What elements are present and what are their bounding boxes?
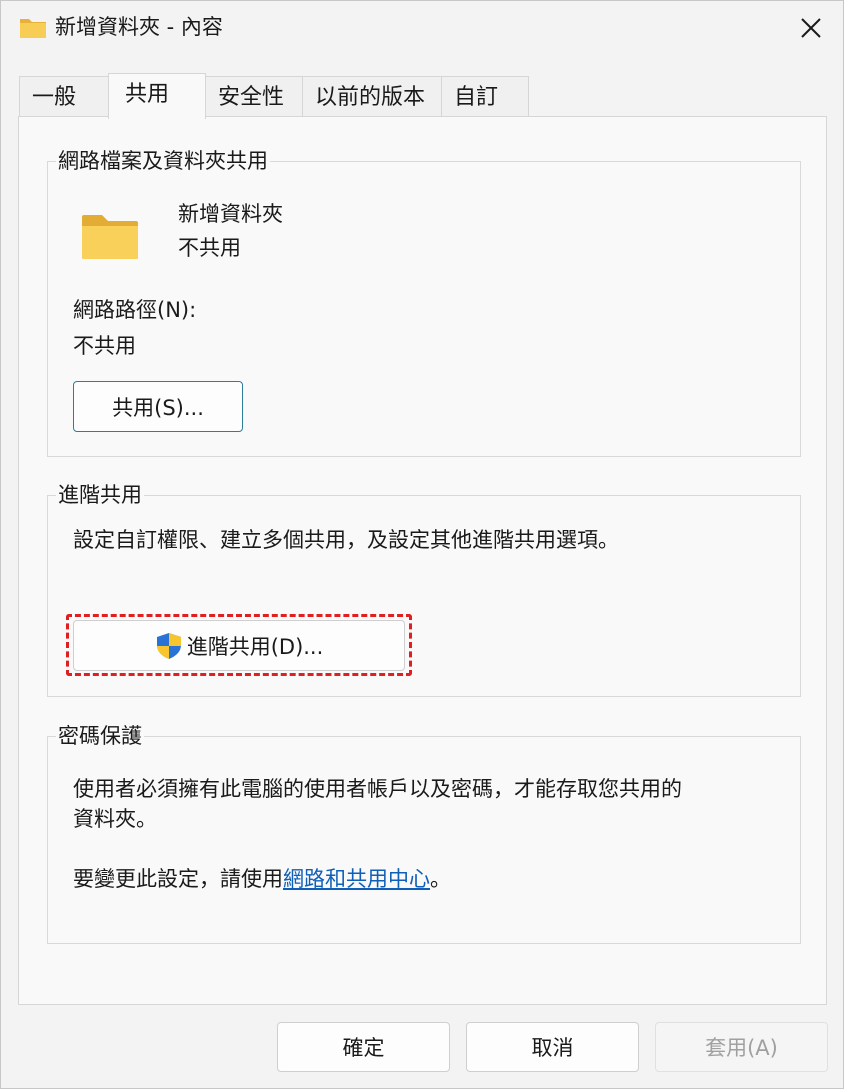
title-bar: 新增資料夾 - 內容 — [1, 1, 843, 55]
window-title: 新增資料夾 - 內容 — [55, 15, 223, 39]
folder-icon — [20, 19, 46, 38]
change-setting-prefix: 要變更此設定，請使用 — [73, 867, 283, 891]
close-button[interactable] — [789, 7, 833, 49]
sharing-tab-panel: 網路檔案及資料夾共用 新增資料夾 不共用 網路路徑(N): 不共用 共用(S).… — [18, 116, 827, 1005]
folder-name: 新增資料夾 — [178, 202, 283, 226]
tab-general[interactable]: 一般 — [19, 76, 109, 117]
group-label: 網路檔案及資料夾共用 — [56, 147, 270, 175]
properties-window: 新增資料夾 - 內容 一般 共用 安全性 以前的版本 自訂 網路檔案及資料夾共用… — [0, 0, 844, 1089]
folder-share-status: 不共用 — [178, 236, 241, 260]
network-sharing-group: 網路檔案及資料夾共用 新增資料夾 不共用 網路路徑(N): 不共用 共用(S).… — [47, 147, 801, 457]
network-path-label: 網路路徑(N): — [73, 298, 197, 322]
share-button[interactable]: 共用(S)... — [73, 381, 243, 432]
change-setting-suffix: 。 — [430, 867, 451, 891]
advanced-sharing-group: 進階共用 設定自訂權限、建立多個共用，及設定其他進階共用選項。 進階共用(D).… — [47, 481, 801, 697]
password-description-line1: 使用者必須擁有此電腦的使用者帳戶以及密碼，才能存取您共用的 — [73, 777, 682, 801]
tab-security[interactable]: 安全性 — [205, 76, 303, 117]
tab-customize[interactable]: 自訂 — [441, 76, 529, 117]
close-icon — [801, 18, 821, 38]
cancel-button[interactable]: 取消 — [466, 1022, 639, 1072]
folder-icon — [82, 215, 138, 259]
network-sharing-center-link[interactable]: 網路和共用中心 — [283, 867, 430, 891]
advanced-sharing-description: 設定自訂權限、建立多個共用，及設定其他進階共用選項。 — [73, 528, 619, 552]
advanced-sharing-button[interactable]: 進階共用(D)... — [73, 620, 405, 671]
ok-button[interactable]: 確定 — [277, 1022, 450, 1072]
network-path-value: 不共用 — [73, 334, 136, 358]
group-label: 進階共用 — [56, 481, 144, 509]
tab-previous-versions[interactable]: 以前的版本 — [302, 76, 442, 117]
password-protection-group: 密碼保護 使用者必須擁有此電腦的使用者帳戶以及密碼，才能存取您共用的 資料夾。 … — [47, 722, 801, 944]
tab-sharing[interactable]: 共用 — [108, 73, 206, 119]
advanced-sharing-button-label: 進階共用(D)... — [186, 634, 324, 659]
password-description-line2: 資料夾。 — [73, 807, 157, 831]
change-setting-text: 要變更此設定，請使用網路和共用中心。 — [73, 865, 451, 893]
uac-shield-icon — [156, 632, 181, 659]
group-label: 密碼保護 — [56, 722, 144, 750]
apply-button[interactable]: 套用(A) — [655, 1022, 828, 1072]
tab-strip: 一般 共用 安全性 以前的版本 自訂 — [19, 73, 529, 119]
